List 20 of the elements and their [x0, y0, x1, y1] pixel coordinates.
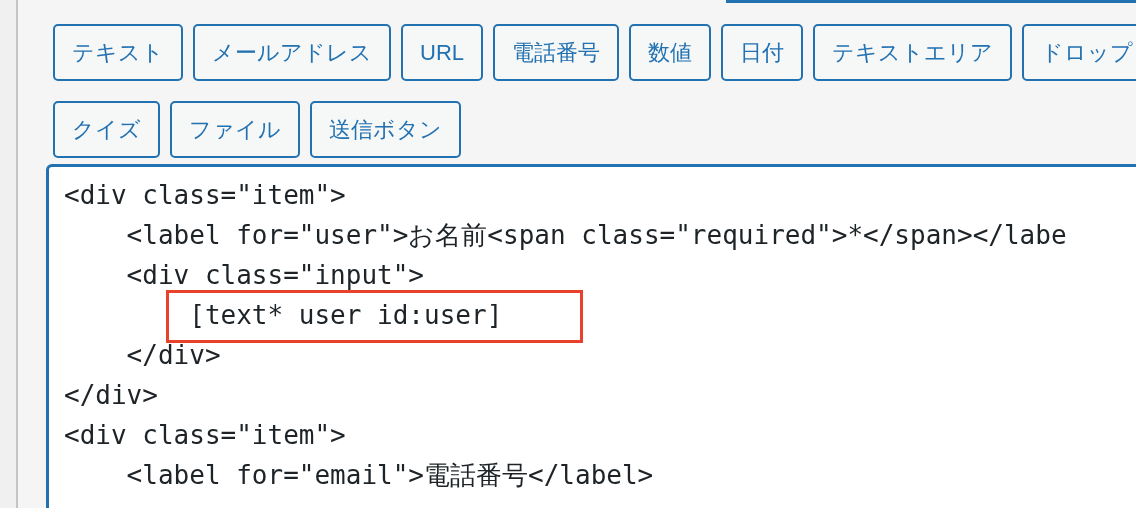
- tag-button[interactable]: ファイル: [170, 101, 300, 158]
- tag-button[interactable]: 電話番号: [493, 24, 619, 81]
- code-line: <div class="input">: [125, 260, 425, 290]
- code-line: <label for="email">電話番号</label>: [125, 460, 654, 490]
- form-editor[interactable]: <div class="item"> <label for="user">お名前<span class="required">*</span></labe <div class="input"> [text* user id:user] </div> </div> <div class="item"> <label for="email">電話番号</label>: [46, 164, 1136, 508]
- tag-button[interactable]: テキストエリア: [813, 24, 1012, 81]
- tag-button[interactable]: 数値: [629, 24, 711, 81]
- tag-button[interactable]: テキスト: [53, 24, 183, 81]
- code-line: </div>: [64, 380, 158, 410]
- code-line: [text* user id:user]: [188, 300, 503, 330]
- tag-button[interactable]: メールアドレス: [193, 24, 391, 81]
- code-line: <label for="user">お名前<span class="required">*</span></labe: [125, 220, 1067, 250]
- tag-button[interactable]: クイズ: [53, 101, 160, 158]
- tag-button[interactable]: URL: [401, 24, 483, 81]
- tag-button[interactable]: ドロップ: [1022, 24, 1136, 81]
- tag-button[interactable]: 送信ボタン: [310, 101, 461, 158]
- code-line: <div class="item">: [64, 420, 346, 450]
- code-line: <div class="item">: [64, 180, 346, 210]
- code-line: </div>: [125, 340, 221, 370]
- tag-button[interactable]: 日付: [721, 24, 803, 81]
